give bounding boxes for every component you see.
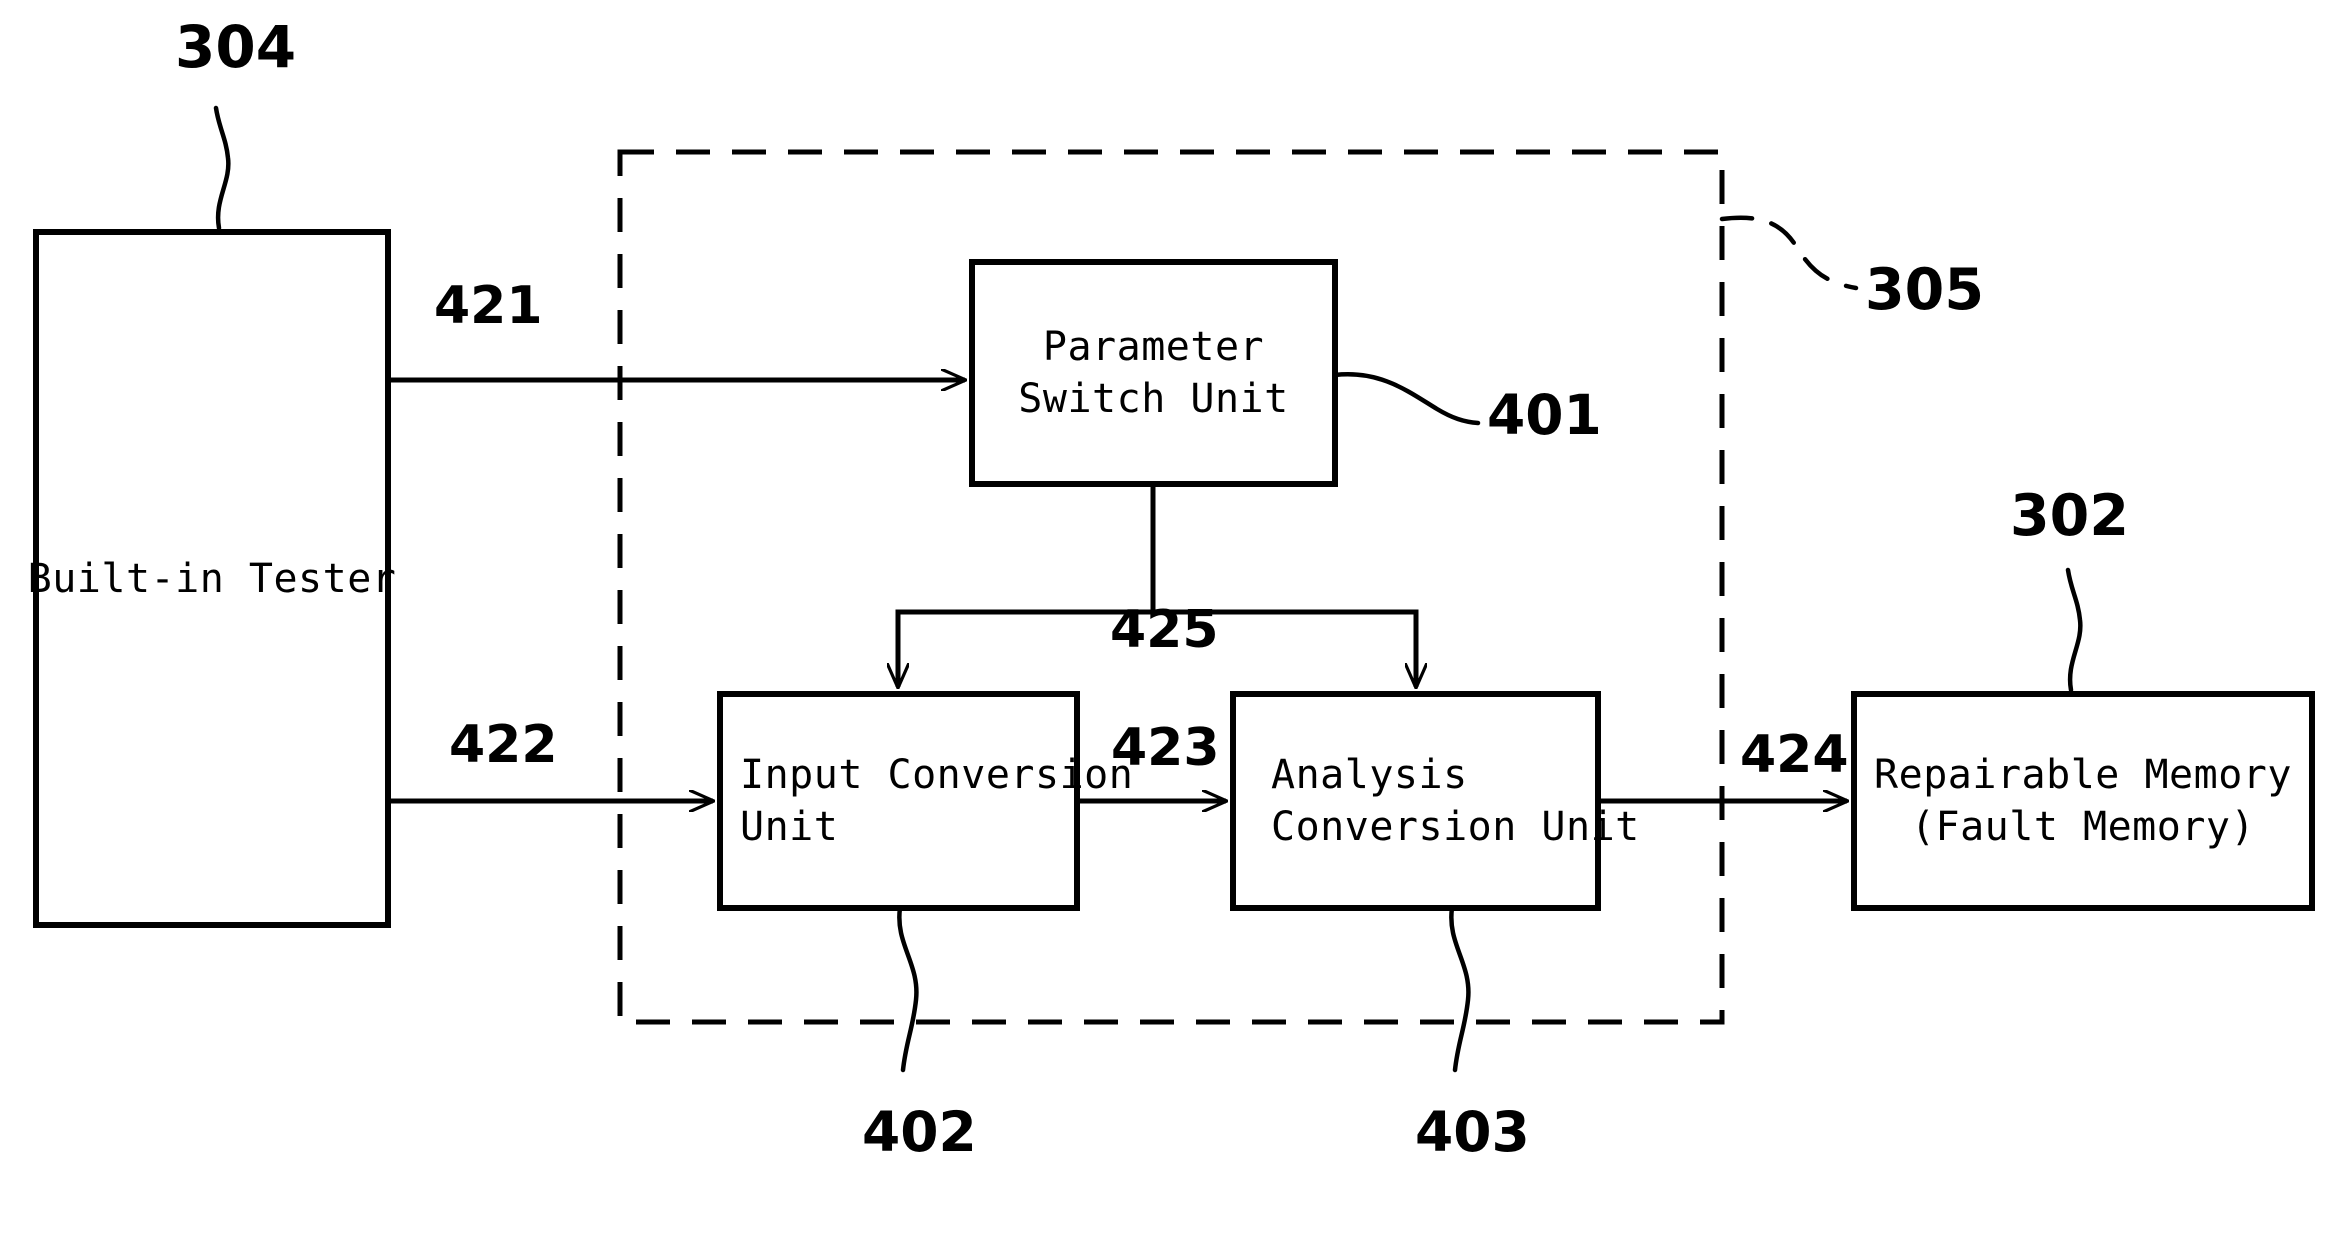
leader-line-302 — [2065, 567, 2083, 693]
leader-line-305 — [1719, 215, 1859, 291]
leader-line-402 — [897, 905, 919, 1073]
reference-numeral-402: 402 — [862, 1100, 977, 1164]
reference-numeral-421: 421 — [434, 276, 543, 336]
reference-numeral-423: 423 — [1111, 718, 1220, 778]
repairable-memory-box — [1851, 691, 2315, 911]
input-conversion-unit-box — [717, 691, 1080, 911]
built-in-tester-box — [33, 229, 391, 928]
reference-numeral-401: 401 — [1487, 383, 1602, 447]
leader-line-401 — [1332, 372, 1481, 426]
analysis-conversion-unit-box — [1230, 691, 1601, 911]
figure-canvas: Built-in Tester Parameter Switch Unit In… — [0, 0, 2326, 1258]
parameter-switch-unit-box — [969, 259, 1338, 487]
reference-numeral-422: 422 — [449, 715, 558, 775]
leader-line-304 — [213, 105, 231, 231]
reference-numeral-424: 424 — [1740, 725, 1849, 785]
reference-numeral-302: 302 — [2010, 483, 2129, 549]
reference-numeral-403: 403 — [1415, 1100, 1530, 1164]
reference-numeral-305: 305 — [1865, 257, 1984, 323]
reference-numeral-304: 304 — [175, 13, 297, 81]
leader-line-403 — [1449, 905, 1471, 1073]
reference-numeral-425: 425 — [1110, 600, 1219, 660]
